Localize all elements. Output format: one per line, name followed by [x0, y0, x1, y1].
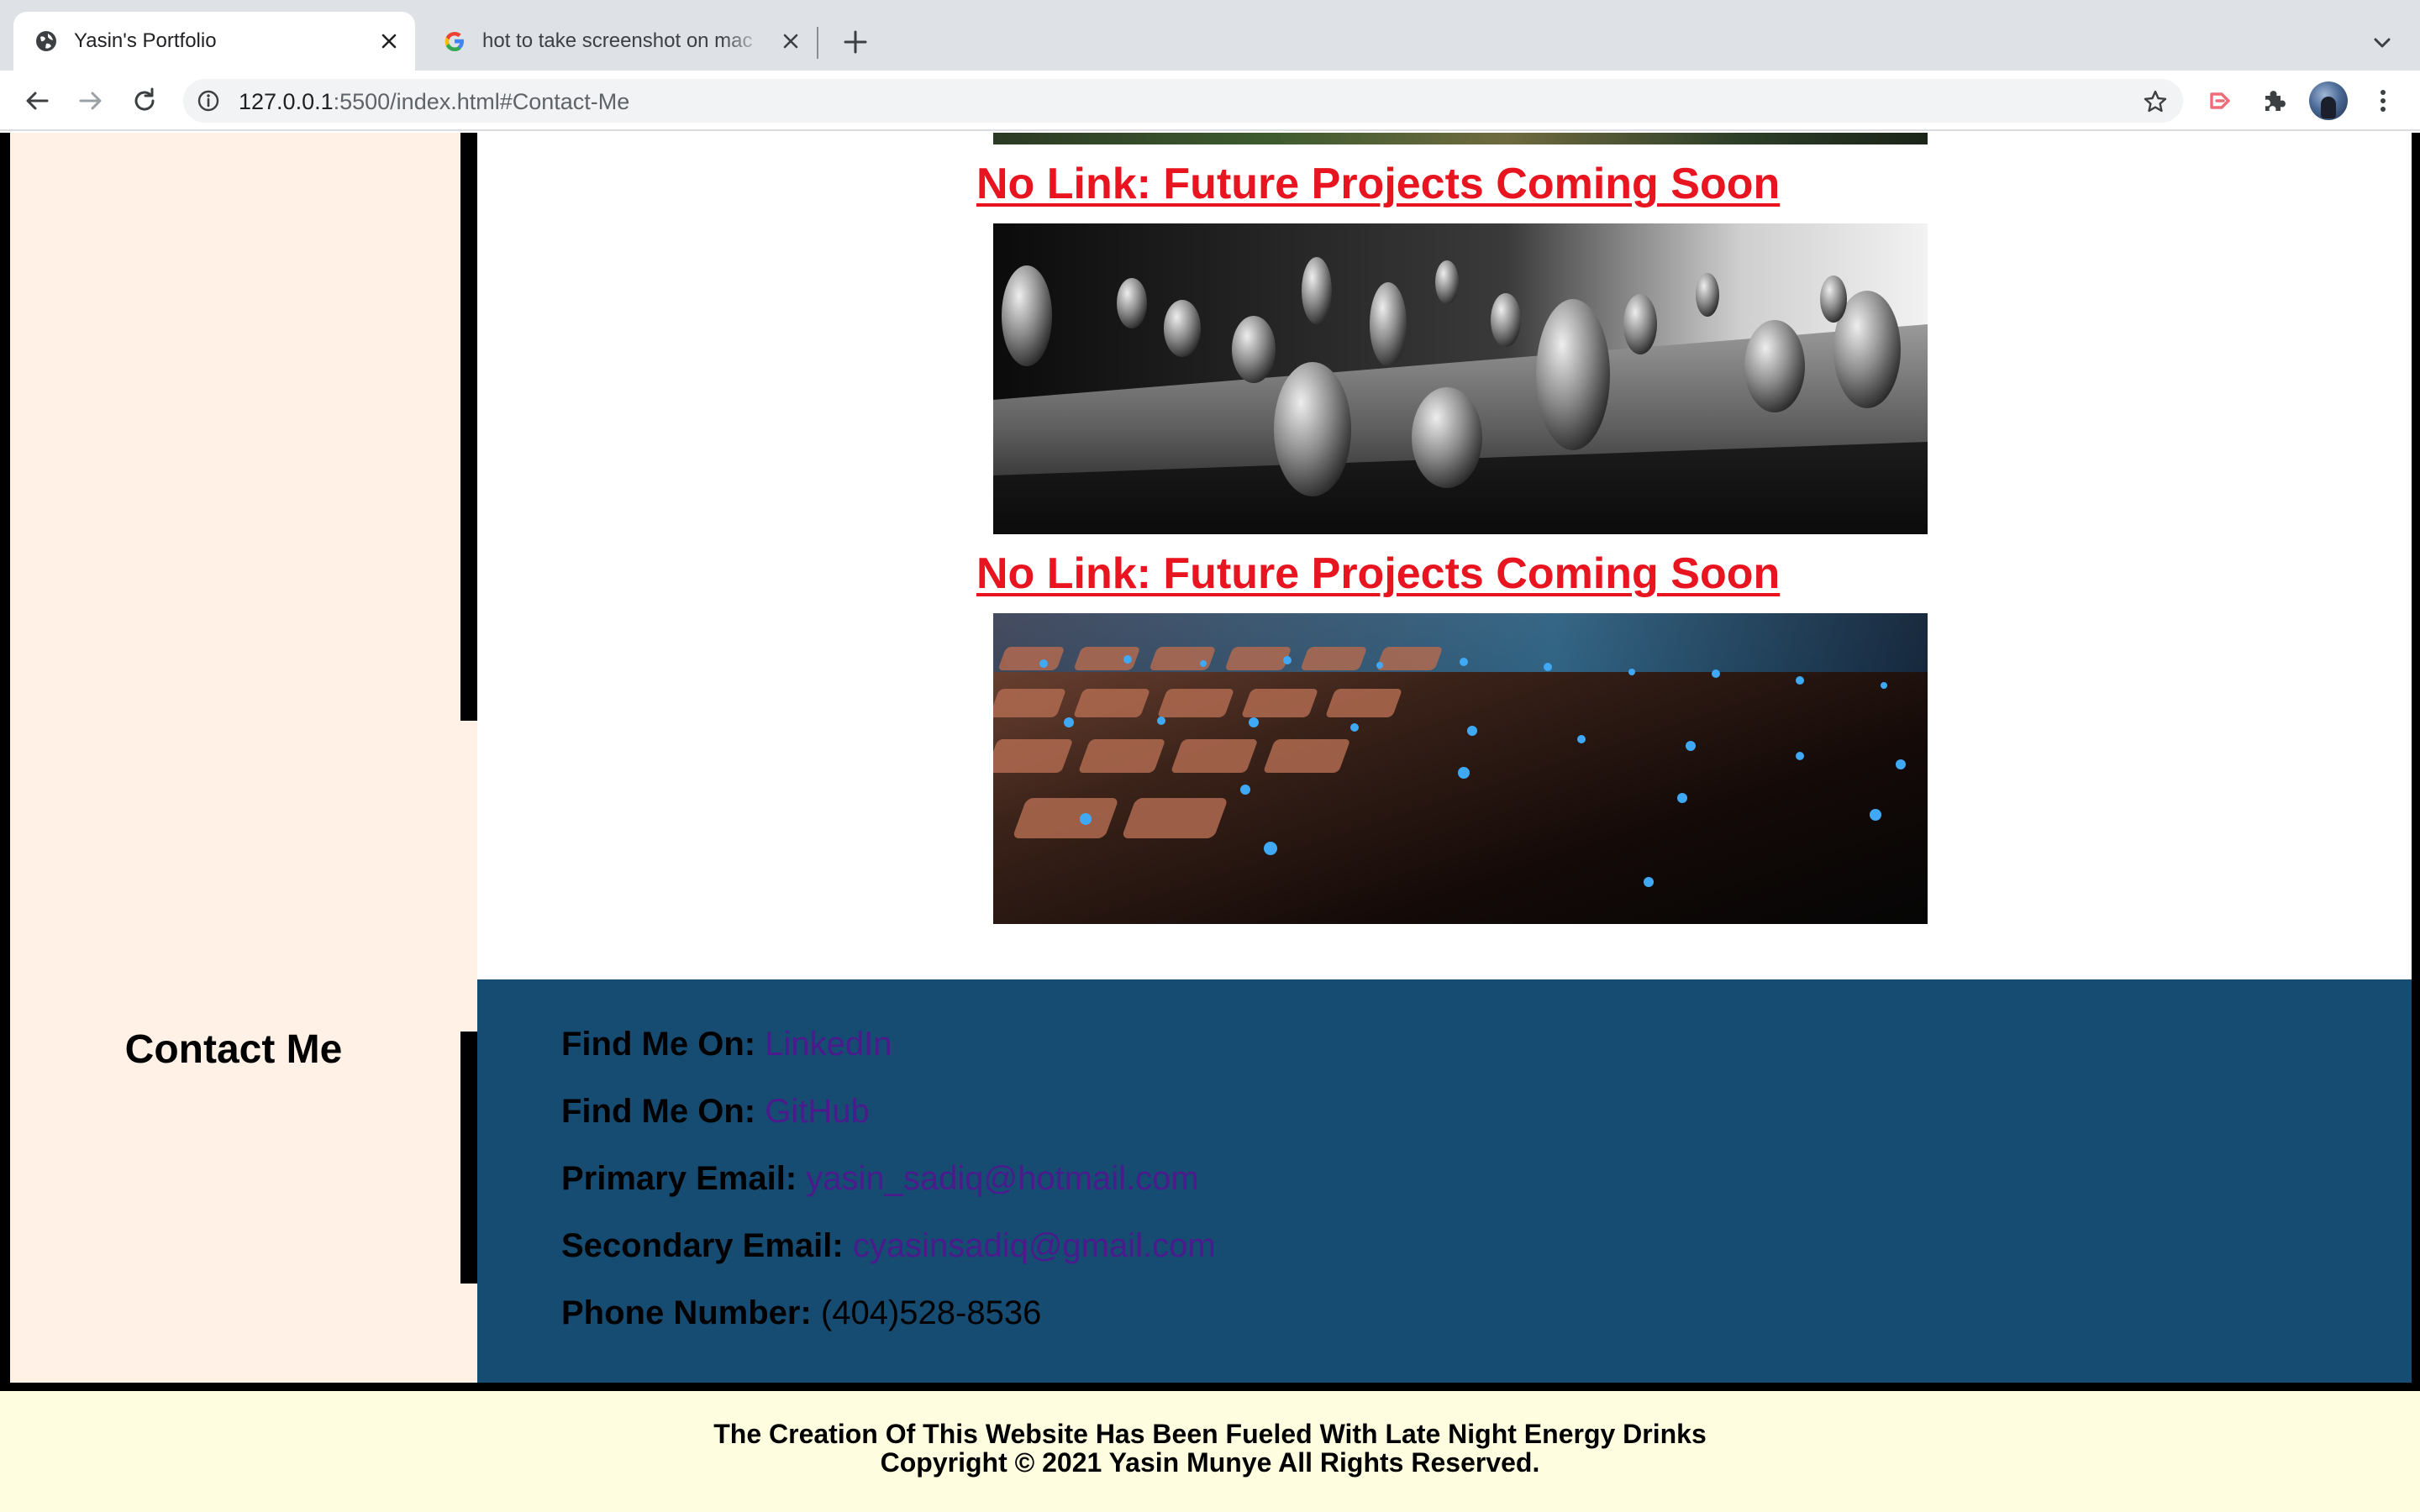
tab-title: hot to take screenshot on mac [482, 29, 753, 52]
project-title-link[interactable]: No Link: Future Projects Coming Soon [976, 548, 1780, 600]
close-icon[interactable] [776, 27, 805, 55]
browser-window: Yasin's Portfolio hot to take screenshot… [0, 0, 2420, 1512]
tab-google-search[interactable]: hot to take screenshot on mac [422, 12, 817, 71]
tab-title: Yasin's Portfolio [74, 29, 217, 52]
info-icon[interactable] [195, 87, 222, 114]
tab-separator [817, 27, 818, 59]
primary-email-link[interactable]: yasin_sadiq@hotmail.com [806, 1160, 1198, 1197]
phone-number: (404)528-8536 [820, 1294, 1042, 1331]
footer-copyright: Copyright © 2021 Yasin Munye All Rights … [880, 1447, 1540, 1478]
sidebar-divider [460, 1032, 477, 1284]
chevron-down-icon[interactable] [2368, 29, 2396, 57]
linkedin-link[interactable]: LinkedIn [765, 1026, 892, 1063]
tab-strip: Yasin's Portfolio hot to take screenshot… [0, 0, 2420, 71]
sidebar-divider [460, 133, 477, 721]
projects-section: No Link: Future Projects Coming Soon No … [477, 133, 2412, 979]
footer-tagline: The Creation Of This Website Has Been Fu… [713, 1419, 1707, 1449]
google-icon [445, 32, 464, 51]
page-content: Contact Me No Link: Future Projects Comi… [0, 133, 2420, 1512]
contact-label: Find Me On: [561, 1093, 756, 1130]
footer: The Creation Of This Website Has Been Fu… [0, 1391, 2420, 1512]
extension-arrow-icon[interactable] [2205, 84, 2238, 118]
contact-label: Find Me On: [561, 1026, 756, 1063]
contact-label: Primary Email: [561, 1160, 797, 1197]
url-host: 127.0.0.1 [239, 89, 334, 114]
plus-icon[interactable] [839, 25, 872, 59]
back-arrow-icon[interactable] [20, 84, 54, 118]
contact-row-secondary-email: Secondary Email: cyasinsadiq@gmail.com [561, 1225, 1216, 1267]
browser-toolbar: 127.0.0.1:5500/index.html#Contact-Me [0, 71, 2420, 131]
url-text: 127.0.0.1:5500/index.html#Contact-Me [239, 88, 629, 115]
keyboard-image [993, 613, 1928, 924]
contact-label: Secondary Email: [561, 1227, 844, 1264]
contact-row-linkedin: Find Me On: LinkedIn [561, 1023, 892, 1065]
avatar[interactable] [2309, 81, 2348, 120]
globe-icon [36, 31, 56, 51]
chess-image [993, 223, 1928, 534]
contact-row-phone: Phone Number: (404)528-8536 [561, 1292, 1041, 1334]
forward-arrow-icon[interactable] [74, 84, 108, 118]
contact-heading: Contact Me [124, 1027, 343, 1072]
project-title-link[interactable]: No Link: Future Projects Coming Soon [976, 158, 1780, 210]
puzzle-icon[interactable] [2257, 84, 2291, 118]
reload-icon[interactable] [128, 84, 161, 118]
address-bar[interactable]: 127.0.0.1:5500/index.html#Contact-Me [183, 79, 2183, 123]
close-icon[interactable] [375, 27, 403, 55]
tab-portfolio[interactable]: Yasin's Portfolio [13, 12, 415, 71]
github-link[interactable]: GitHub [765, 1093, 870, 1130]
more-vertical-icon[interactable] [2366, 84, 2400, 118]
project-image-partial [993, 133, 1928, 144]
contact-section: Find Me On: LinkedIn Find Me On: GitHub … [477, 979, 2412, 1383]
contact-row-primary-email: Primary Email: yasin_sadiq@hotmail.com [561, 1158, 1199, 1200]
star-icon[interactable] [2141, 87, 2170, 116]
secondary-email-link[interactable]: cyasinsadiq@gmail.com [853, 1227, 1216, 1264]
url-path: :5500/index.html#Contact-Me [333, 89, 630, 114]
contact-label: Phone Number: [561, 1294, 812, 1331]
sidebar [10, 133, 477, 1383]
contact-row-github: Find Me On: GitHub [561, 1090, 870, 1132]
